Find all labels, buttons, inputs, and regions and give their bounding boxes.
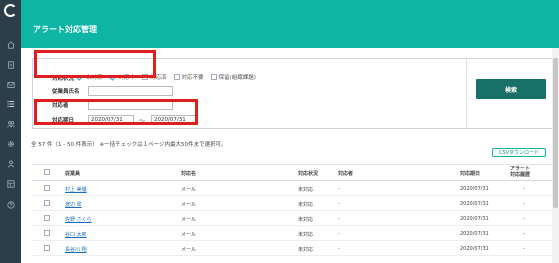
search-button[interactable]: 検索 xyxy=(476,79,546,99)
layout-icon[interactable] xyxy=(6,180,15,188)
row-checkbox[interactable] xyxy=(44,230,50,236)
row-checkbox[interactable] xyxy=(44,245,50,251)
status-cell: 未対応 xyxy=(298,202,314,208)
due-date-cell: 2020/07/31 xyxy=(460,231,489,237)
history-cell: - xyxy=(523,231,525,237)
alert-name-cell: メール xyxy=(181,202,197,208)
due-date-cell: 2020/07/31 xyxy=(460,246,489,252)
result-count-text: 全 57 件（1 - 50 件表示） ※一括チェックは１ページ内最大50件まで選… xyxy=(31,142,227,148)
status-cell: 未対応 xyxy=(298,232,314,238)
handler-cell: - xyxy=(338,246,340,252)
alert-name-cell: メール xyxy=(181,217,197,223)
document-icon[interactable] xyxy=(6,61,15,69)
column-header-employee: 従業員 xyxy=(65,171,81,177)
status-cell: 未対応 xyxy=(298,217,314,223)
table-row[interactable]: 長谷川 翔 メール 未対応 - 2020/07/31 - xyxy=(32,241,555,256)
due-date-cell: 2020/07/31 xyxy=(460,201,489,207)
employee-link[interactable]: 長谷川 翔 xyxy=(65,246,87,253)
status-highlight xyxy=(34,50,156,78)
home-icon[interactable] xyxy=(6,41,15,49)
mail-icon[interactable] xyxy=(6,81,15,89)
select-all-checkbox[interactable] xyxy=(44,169,50,175)
row-checkbox[interactable] xyxy=(44,185,50,191)
column-header-handler: 対応者 xyxy=(338,171,354,177)
user-group-icon[interactable] xyxy=(6,160,15,168)
alert-name-cell: メール xyxy=(181,247,197,253)
employee-link[interactable]: 渡辺 翠 xyxy=(65,201,82,208)
due-date-cell: 2020/07/31 xyxy=(460,216,489,222)
history-cell: - xyxy=(523,201,525,207)
employee-link[interactable]: 佐野 さくら xyxy=(65,216,92,223)
handler-cell: - xyxy=(338,216,340,222)
alert-table: 従業員 対応名 対応状況 対応者 対応期日 アラート 対応履歴 村上 美優 メー… xyxy=(32,164,555,256)
employee-name-input[interactable] xyxy=(88,86,173,96)
status-checkbox-not-needed[interactable]: 対応不要 xyxy=(173,73,204,81)
page-title: アラート対応管理 xyxy=(33,25,97,34)
table-header: 従業員 対応名 対応状況 対応者 対応期日 アラート 対応履歴 xyxy=(32,164,555,181)
due-date-cell: 2020/07/31 xyxy=(460,186,489,192)
history-cell: - xyxy=(523,246,525,252)
table-row[interactable]: 谷口 太郎 メール 未対応 - 2020/07/31 - xyxy=(32,226,555,241)
logo-icon[interactable] xyxy=(4,4,17,17)
vertical-scrollbar[interactable] xyxy=(552,48,559,263)
status-cell: 未対応 xyxy=(298,187,314,193)
handler-cell: - xyxy=(338,231,340,237)
alert-name-cell: メール xyxy=(181,187,197,193)
table-row[interactable]: 村上 美優 メール 未対応 - 2020/07/31 - xyxy=(32,181,555,196)
column-header-status: 対応状況 xyxy=(298,171,319,177)
csv-download-button[interactable]: CSVダウンロード xyxy=(492,148,546,157)
column-header-alert-name: 対応名 xyxy=(181,171,197,177)
table-row[interactable]: 佐野 さくら メール 未対応 - 2020/07/31 - xyxy=(32,211,555,226)
handler-cell: - xyxy=(338,186,340,192)
alert-name-cell: メール xyxy=(181,232,197,238)
row-checkbox[interactable] xyxy=(44,215,50,221)
help-icon[interactable] xyxy=(6,201,15,209)
panel-divider xyxy=(466,59,467,128)
gear-icon[interactable] xyxy=(6,140,15,148)
due-date-highlight xyxy=(34,99,198,125)
table-row[interactable]: 渡辺 翠 メール 未対応 - 2020/07/31 - xyxy=(32,196,555,211)
page-header: アラート対応管理 xyxy=(21,0,559,48)
column-header-due-date: 対応期日 xyxy=(460,171,481,177)
employee-link[interactable]: 谷口 太郎 xyxy=(65,231,87,238)
main-content: 対応状況 未対応 対応中 対応済 対応不要 保留(組織課題) 従業員氏名 対応者… xyxy=(21,48,559,263)
status-cell: 未対応 xyxy=(298,247,314,253)
status-checkbox-pending[interactable]: 保留(組織課題) xyxy=(210,73,256,81)
row-checkbox[interactable] xyxy=(44,200,50,206)
list-icon[interactable] xyxy=(6,100,15,108)
employee-name-label: 従業員氏名 xyxy=(52,89,80,95)
users-icon[interactable] xyxy=(6,120,15,128)
employee-link[interactable]: 村上 美優 xyxy=(65,186,87,193)
sidebar xyxy=(0,0,21,263)
scrollbar-thumb[interactable] xyxy=(553,58,558,208)
history-cell: - xyxy=(523,216,525,222)
history-cell: - xyxy=(523,186,525,192)
handler-cell: - xyxy=(338,201,340,207)
column-header-history: アラート 対応履歴 xyxy=(510,166,531,178)
